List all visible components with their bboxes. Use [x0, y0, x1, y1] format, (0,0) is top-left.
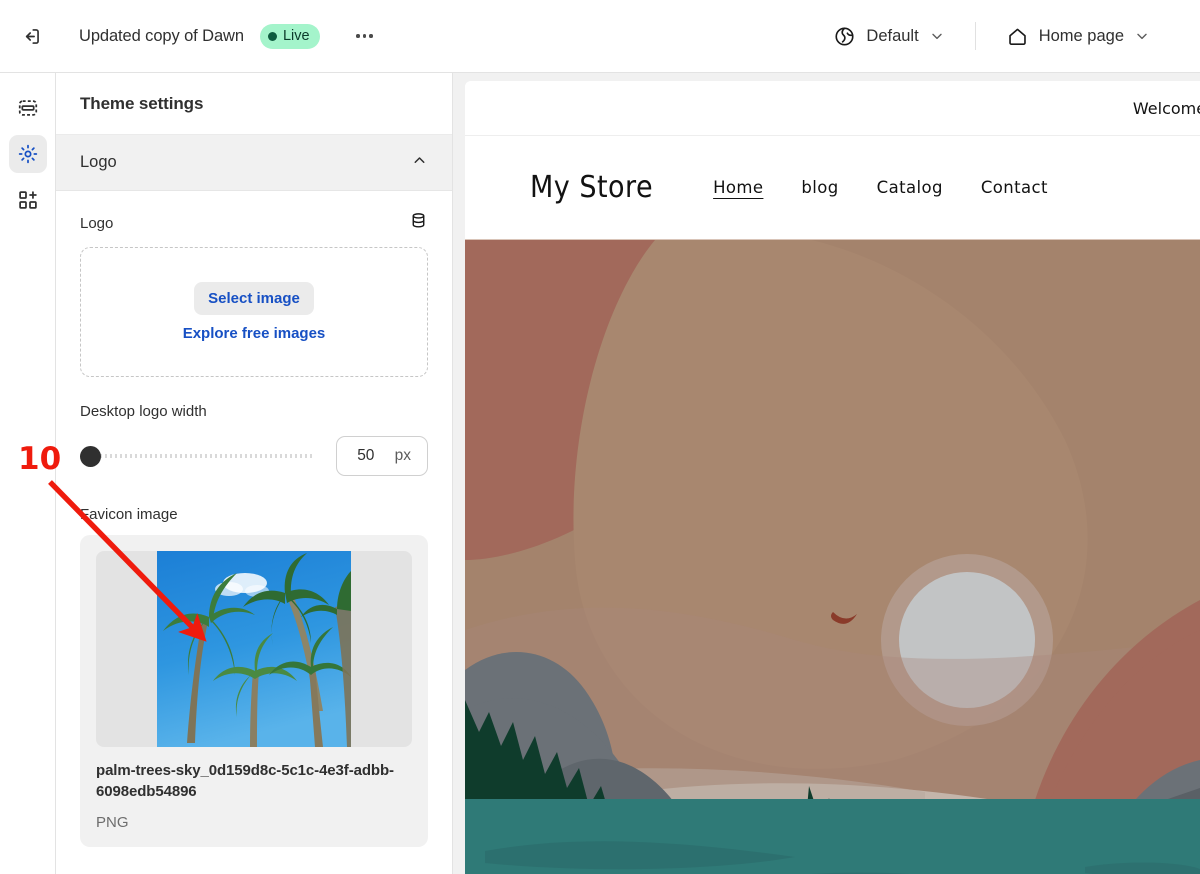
sidebar-item-sections[interactable]: [9, 89, 47, 127]
top-bar: Updated copy of Dawn Live Default Home p…: [0, 0, 1200, 73]
store-navigation: Home blog Catalog Contact: [713, 178, 1048, 197]
accordion-logo-label: Logo: [80, 153, 117, 171]
status-badge: Live: [259, 23, 320, 49]
top-bar-right: Default Home page: [825, 0, 1200, 72]
more-options-button[interactable]: [350, 21, 380, 51]
logo-field-header: Logo: [80, 211, 428, 235]
logo-width-value: 50: [357, 447, 375, 464]
database-icon[interactable]: [409, 211, 428, 235]
hero-water: [465, 799, 1200, 874]
slider-track: [80, 454, 314, 458]
desktop-logo-width-label: Desktop logo width: [80, 403, 207, 420]
theme-title: Updated copy of Dawn: [79, 26, 244, 45]
logo-field-label: Logo: [80, 214, 114, 232]
locale-selector[interactable]: Default: [825, 19, 952, 54]
globe-icon: [835, 26, 854, 46]
favicon-thumbnail-frame: [96, 551, 412, 747]
nav-link-contact[interactable]: Contact: [981, 178, 1048, 197]
select-image-button[interactable]: Select image: [194, 282, 314, 315]
store-logo-text: My Store: [530, 170, 654, 205]
store-header: My Store Home blog Catalog Contact: [465, 136, 1200, 240]
gear-icon: [18, 144, 37, 164]
desktop-logo-width-control: 50 px: [80, 436, 428, 476]
favicon-thumbnail-image: [157, 551, 351, 747]
slider-thumb[interactable]: [80, 445, 101, 467]
logo-width-unit: px: [394, 447, 411, 464]
nav-link-blog[interactable]: blog: [801, 178, 838, 197]
sidebar-item-apps[interactable]: [9, 181, 47, 219]
annotation-step-number: 10: [18, 441, 62, 477]
water-ripples: [465, 799, 1200, 874]
favicon-image-label: Favicon image: [80, 506, 178, 523]
status-dot-icon: [267, 31, 277, 41]
store-preview[interactable]: Welcome to o My Store Home blog Catalog …: [465, 81, 1200, 874]
exit-icon: [25, 28, 39, 44]
sidebar-item-theme-settings[interactable]: [8, 135, 47, 173]
chevron-up-icon: [411, 152, 428, 174]
ellipsis-icon: [369, 34, 373, 38]
hero-illustration: [465, 240, 1200, 874]
status-badge-label: Live: [282, 28, 310, 44]
logo-dropzone[interactable]: Select image Explore free images: [80, 247, 428, 377]
favicon-filetype: PNG: [96, 814, 129, 832]
nav-link-catalog[interactable]: Catalog: [877, 178, 943, 197]
favicon-card[interactable]: palm-trees-sky_0d159d8c-5c1c-4e3f-adbb-6…: [80, 535, 428, 848]
ellipsis-icon: [362, 34, 367, 38]
toolbar-divider: [974, 22, 976, 50]
exit-editor-button[interactable]: [14, 19, 48, 53]
locale-label: Default: [866, 26, 919, 45]
announcement-bar: Welcome to o: [465, 81, 1200, 136]
page-label: Home page: [1038, 26, 1124, 45]
chevron-down-icon: [931, 33, 942, 40]
home-icon: [1008, 28, 1026, 45]
logo-width-slider[interactable]: [80, 445, 324, 467]
chevron-down-icon: [1137, 33, 1147, 40]
logo-settings-body: Logo Select image Explore free images De…: [56, 191, 452, 848]
theme-settings-panel: Theme settings Logo Logo Select image Ex…: [56, 73, 453, 874]
sections-icon: [18, 100, 37, 116]
logo-width-input[interactable]: 50 px: [336, 436, 428, 476]
ellipsis-icon: [356, 34, 360, 38]
nav-link-home[interactable]: Home: [713, 178, 763, 197]
accordion-logo-header[interactable]: Logo: [56, 135, 452, 191]
theme-editor-window: Updated copy of Dawn Live Default Home p…: [0, 0, 1200, 874]
announcement-text: Welcome to o: [1132, 98, 1200, 118]
apps-add-icon: [18, 191, 37, 209]
favicon-filename: palm-trees-sky_0d159d8c-5c1c-4e3f-adbb-6…: [96, 762, 394, 800]
page-selector[interactable]: Home page: [998, 19, 1158, 54]
page-title: Theme settings: [56, 73, 452, 135]
explore-free-images-link[interactable]: Explore free images: [183, 325, 326, 342]
